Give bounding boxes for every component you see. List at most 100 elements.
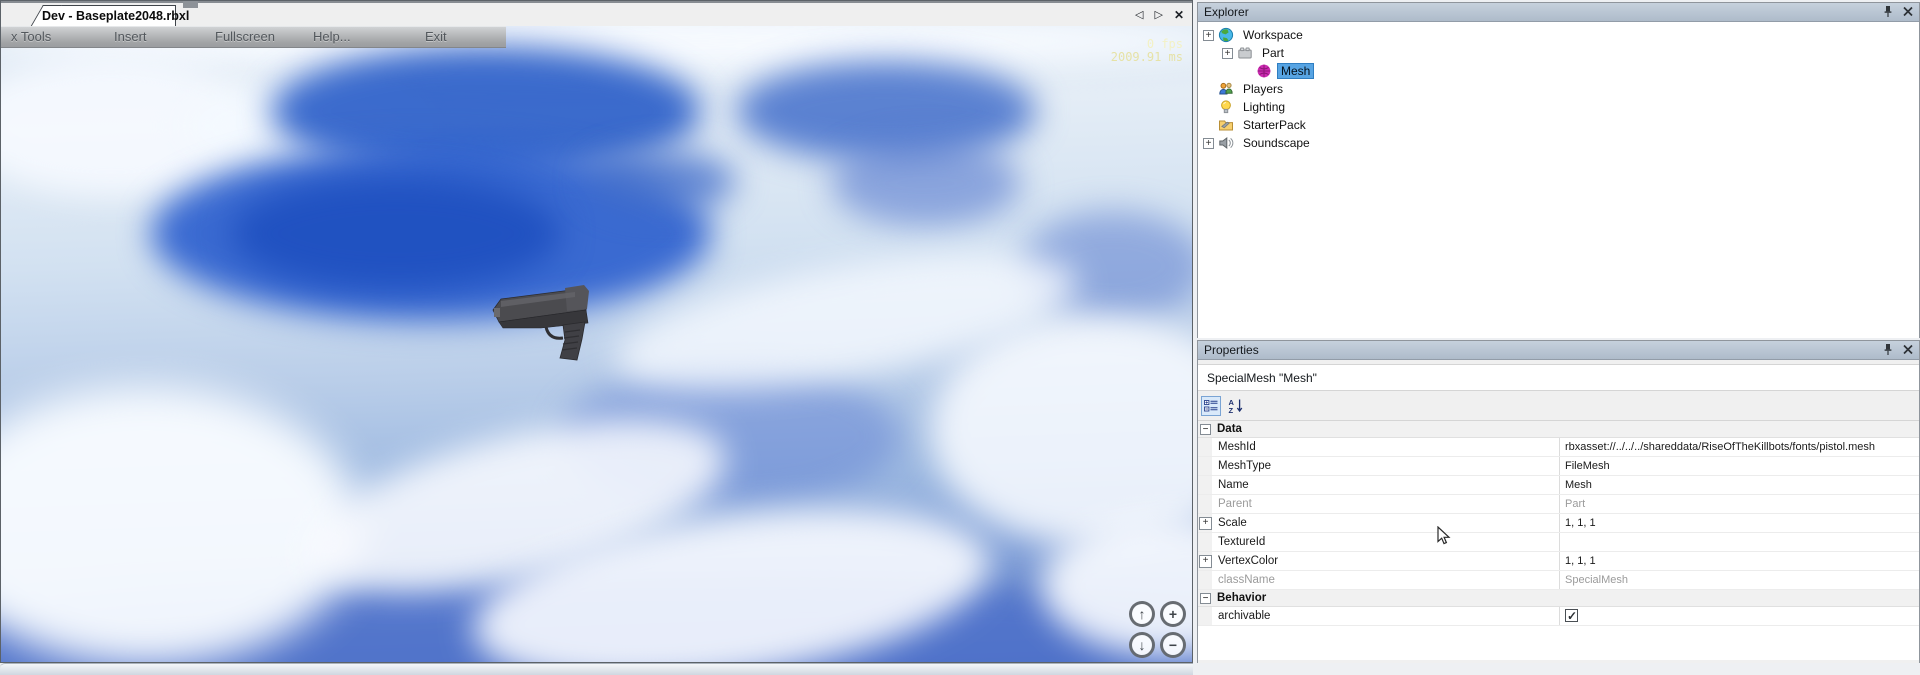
dock-area: Explorer +Workspace+PartMeshPlayersLight…	[1193, 0, 1920, 675]
properties-toolbar: AZ	[1198, 391, 1919, 420]
expander-spacer	[1203, 84, 1214, 95]
property-row-scale[interactable]: Scale1, 1, 1	[1198, 514, 1919, 533]
collapse-toggle-icon[interactable]: −	[1200, 424, 1211, 435]
property-row-vertexcolor[interactable]: VertexColor1, 1, 1	[1198, 552, 1919, 571]
tree-item-label: Players	[1239, 81, 1287, 97]
zoom-in-button[interactable]: +	[1160, 601, 1186, 627]
tree-item-players[interactable]: Players	[1198, 80, 1919, 98]
tree-item-label: Workspace	[1239, 27, 1307, 43]
expand-toggle-icon[interactable]: +	[1203, 138, 1214, 149]
property-name: Name	[1212, 476, 1560, 494]
menu-item-insert[interactable]: Insert	[114, 29, 147, 44]
tree-item-label: StarterPack	[1239, 117, 1310, 133]
property-value: SpecialMesh	[1560, 571, 1919, 589]
tree-item-part[interactable]: +Part	[1198, 44, 1919, 62]
explorer-panel: Explorer + Workspace+PartMesh Players Light…	[1197, 2, 1920, 338]
property-grid: −DataMeshIdrbxasset://../../../shareddat…	[1198, 420, 1919, 660]
property-value[interactable]: rbxasset://../../../shareddata/RiseOfThe…	[1560, 438, 1919, 456]
explorer-title: Explorer	[1204, 5, 1249, 19]
category-row-behavior[interactable]: −Behavior	[1198, 590, 1919, 607]
selected-object-row[interactable]: SpecialMesh "Mesh"	[1198, 364, 1919, 391]
property-name: Parent	[1212, 495, 1560, 513]
property-name: className	[1212, 571, 1560, 589]
document-tab[interactable]: Dev - Baseplate2048.rbxl	[44, 5, 176, 28]
camera-up-button[interactable]: ↑	[1129, 601, 1155, 627]
pistol-mesh[interactable]	[489, 282, 621, 366]
pin-icon[interactable]	[1882, 343, 1894, 356]
zoom-out-button[interactable]: −	[1160, 632, 1186, 658]
property-row-meshid[interactable]: MeshIdrbxasset://../../../shareddata/Ris…	[1198, 438, 1919, 457]
sky-patch	[231, 176, 561, 291]
menu-item-exit[interactable]: Exit	[425, 29, 447, 44]
tab-close-icon[interactable]: ✕	[1174, 7, 1184, 23]
camera-controls: ↑ + ↓ −	[1129, 601, 1186, 658]
properties-panel: Properties SpecialMesh "Mesh" AZ −DataMe…	[1197, 340, 1920, 663]
property-name: archivable	[1212, 607, 1560, 625]
starterpack-folder-icon	[1218, 117, 1234, 133]
row-gutter	[1198, 495, 1212, 513]
camera-down-button[interactable]: ↓	[1129, 632, 1155, 658]
expand-toggle-icon[interactable]	[1198, 552, 1212, 570]
selected-object-label: SpecialMesh "Mesh"	[1207, 371, 1317, 385]
players-icon	[1218, 81, 1234, 97]
soundscape-speaker-icon	[1218, 135, 1234, 151]
tree-item-label: Mesh	[1277, 63, 1314, 79]
row-gutter	[1198, 607, 1212, 625]
explorer-tree: + Workspace+PartMesh Players Lighting Starte…	[1198, 22, 1919, 338]
property-row-textureid[interactable]: TextureId	[1198, 533, 1919, 552]
expand-toggle-icon[interactable]: +	[1203, 30, 1214, 41]
explorer-header[interactable]: Explorer	[1198, 3, 1919, 22]
tree-item-lighting[interactable]: Lighting	[1198, 98, 1919, 116]
sort-alphabetical-icon[interactable]: AZ	[1226, 396, 1246, 416]
3d-viewport[interactable]: x Tools Insert Fullscreen Help... Exit 0 fps…	[1, 26, 1192, 662]
tab-nav: ◁ ▷ ✕	[1135, 7, 1184, 23]
property-value[interactable]: 1, 1, 1	[1560, 514, 1919, 532]
fps-overlay: 0 fps 2009.91 ms	[1111, 38, 1183, 64]
tree-item-mesh[interactable]: Mesh	[1198, 62, 1919, 80]
properties-header[interactable]: Properties	[1198, 341, 1919, 360]
tree-item-label: Soundscape	[1239, 135, 1314, 151]
property-row-meshtype[interactable]: MeshTypeFileMesh	[1198, 457, 1919, 476]
pin-icon[interactable]	[1882, 5, 1894, 18]
tree-item-workspace[interactable]: + Workspace	[1198, 26, 1919, 44]
svg-text:Z: Z	[1229, 406, 1234, 414]
property-name: Scale	[1212, 514, 1560, 532]
tree-item-label: Lighting	[1239, 99, 1289, 115]
menu-item-fullscreen[interactable]: Fullscreen	[215, 29, 275, 44]
expand-toggle-icon[interactable]	[1198, 514, 1212, 532]
expand-toggle-icon[interactable]: +	[1222, 48, 1233, 59]
menu-item-help[interactable]: Help...	[313, 29, 351, 44]
property-value: Part	[1560, 495, 1919, 513]
property-value[interactable]: 1, 1, 1	[1560, 552, 1919, 570]
property-value[interactable]: Mesh	[1560, 476, 1919, 494]
menu-item-xtools[interactable]: x Tools	[11, 29, 51, 44]
property-name: MeshId	[1212, 438, 1560, 456]
frame-time-counter: 2009.91 ms	[1111, 51, 1183, 64]
property-row-archivable[interactable]: archivable	[1198, 607, 1919, 626]
property-value[interactable]: FileMesh	[1560, 457, 1919, 475]
cloud	[931, 316, 1192, 546]
property-row-parent: ParentPart	[1198, 495, 1919, 514]
tree-item-starterpack[interactable]: StarterPack	[1198, 116, 1919, 134]
expander-spacer	[1203, 102, 1214, 113]
archivable-checkbox[interactable]	[1565, 609, 1578, 622]
categorized-view-icon[interactable]	[1201, 396, 1221, 416]
tab-scroll-right-icon[interactable]: ▷	[1154, 7, 1162, 23]
close-icon[interactable]	[1902, 343, 1914, 356]
property-value[interactable]	[1560, 607, 1919, 625]
document-tab-title: Dev - Baseplate2048.rbxl	[42, 9, 178, 23]
property-name: VertexColor	[1212, 552, 1560, 570]
row-gutter	[1198, 571, 1212, 589]
property-name: MeshType	[1212, 457, 1560, 475]
property-row-name[interactable]: NameMesh	[1198, 476, 1919, 495]
category-row-data[interactable]: −Data	[1198, 421, 1919, 438]
sky-patch	[831, 141, 1021, 226]
expander-spacer	[1241, 66, 1252, 77]
collapse-toggle-icon[interactable]: −	[1200, 593, 1211, 604]
tree-item-soundscape[interactable]: + Soundscape	[1198, 134, 1919, 152]
property-name: TextureId	[1212, 533, 1560, 551]
property-value[interactable]	[1560, 533, 1919, 551]
tab-scroll-left-icon[interactable]: ◁	[1135, 7, 1143, 23]
close-icon[interactable]	[1902, 5, 1914, 18]
property-row-classname: classNameSpecialMesh	[1198, 571, 1919, 590]
